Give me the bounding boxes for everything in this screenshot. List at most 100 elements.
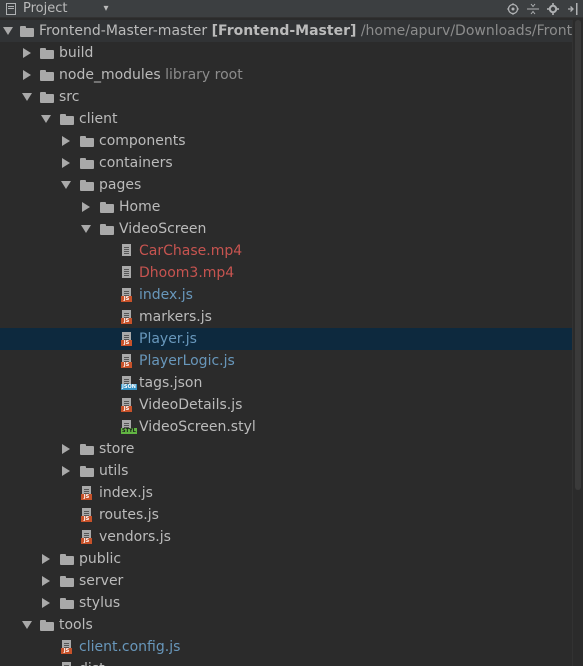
tree-row-file[interactable]: JS index.js bbox=[0, 482, 573, 504]
tree-row-file[interactable]: JS vendors.js bbox=[0, 526, 573, 548]
tree-item-label: dist bbox=[79, 658, 105, 666]
tree-item-label: Dhoom3.mp4 bbox=[139, 265, 235, 281]
project-tree[interactable]: Frontend-Master-master [Frontend-Master]… bbox=[0, 20, 573, 666]
tree-item-label: VideoScreen.styl bbox=[139, 419, 256, 435]
folder-icon bbox=[80, 466, 94, 477]
chevron-down-icon[interactable] bbox=[61, 174, 71, 196]
tree-row-node-modules[interactable]: node_modules library root bbox=[0, 64, 573, 86]
tree-item-label: CarChase.mp4 bbox=[139, 243, 243, 259]
tree-row-file[interactable]: JS index.js bbox=[0, 284, 573, 306]
chevron-right-icon[interactable] bbox=[41, 592, 51, 614]
folder-icon bbox=[20, 26, 34, 37]
chevron-right-icon[interactable] bbox=[61, 152, 71, 174]
tree-row-components[interactable]: components bbox=[0, 130, 573, 152]
tree-item-label: VideoDetails.js bbox=[139, 397, 243, 413]
folder-icon bbox=[60, 576, 74, 587]
js-file-icon: JS bbox=[81, 508, 92, 522]
folder-icon bbox=[80, 136, 94, 147]
folder-icon bbox=[80, 444, 94, 455]
tree-row-file[interactable]: STYL VideoScreen.styl bbox=[0, 416, 573, 438]
chevron-down-icon[interactable]: ▾ bbox=[103, 3, 108, 14]
js-file-icon: JS bbox=[121, 398, 132, 412]
tree-row-build[interactable]: build bbox=[0, 42, 573, 64]
tree-row-src[interactable]: src bbox=[0, 86, 573, 108]
tree-row-file[interactable]: JS markers.js bbox=[0, 306, 573, 328]
tree-item-label: Player.js bbox=[139, 331, 197, 347]
chevron-down-icon[interactable] bbox=[22, 86, 32, 108]
js-file-icon: JS bbox=[121, 354, 132, 368]
chevron-down-icon[interactable] bbox=[41, 108, 51, 130]
chevron-down-icon[interactable] bbox=[81, 218, 91, 240]
folder-icon bbox=[60, 598, 74, 609]
folder-icon bbox=[60, 114, 74, 125]
chevron-right-icon[interactable] bbox=[22, 64, 32, 86]
tree-row-utils[interactable]: utils bbox=[0, 460, 573, 482]
tree-row-file[interactable]: JS VideoDetails.js bbox=[0, 394, 573, 416]
tree-row-server[interactable]: server bbox=[0, 570, 573, 592]
file-icon bbox=[121, 266, 132, 280]
hide-icon[interactable] bbox=[567, 3, 579, 15]
tree-item-label: stylus bbox=[79, 595, 121, 611]
js-file-icon: JS bbox=[81, 530, 92, 544]
chevron-down-icon[interactable] bbox=[3, 20, 13, 42]
tree-item-label: vendors.js bbox=[99, 529, 171, 545]
js-file-icon: JS bbox=[61, 662, 72, 666]
js-file-icon: JS bbox=[61, 640, 72, 654]
project-view-title[interactable]: Project bbox=[23, 1, 67, 16]
chevron-right-icon[interactable] bbox=[41, 548, 51, 570]
vertical-scrollbar[interactable] bbox=[572, 20, 583, 666]
root-path: /home/apurv/Downloads/Fronte bbox=[360, 23, 573, 39]
root-name: Frontend-Master-master bbox=[39, 23, 208, 39]
tree-row-file[interactable]: Dhoom3.mp4 bbox=[0, 262, 573, 284]
tree-row-file[interactable]: JS PlayerLogic.js bbox=[0, 350, 573, 372]
tree-row-file[interactable]: CarChase.mp4 bbox=[0, 240, 573, 262]
folder-icon bbox=[80, 158, 94, 169]
js-file-icon: JS bbox=[121, 310, 132, 324]
tree-row-containers[interactable]: containers bbox=[0, 152, 573, 174]
tree-item-label: src bbox=[59, 89, 80, 105]
tree-item-label: node_modules bbox=[59, 67, 161, 83]
tree-item-label: VideoScreen bbox=[119, 221, 207, 237]
chevron-right-icon[interactable] bbox=[41, 570, 51, 592]
project-icon bbox=[6, 2, 16, 15]
tree-item-label: containers bbox=[99, 155, 173, 171]
tree-row-store[interactable]: store bbox=[0, 438, 573, 460]
tree-row-tools[interactable]: tools bbox=[0, 614, 573, 636]
tree-row-home[interactable]: Home bbox=[0, 196, 573, 218]
tree-row-file[interactable]: JSON tags.json bbox=[0, 372, 573, 394]
tree-item-label: public bbox=[79, 551, 122, 567]
chevron-right-icon[interactable] bbox=[61, 438, 71, 460]
scrollbar-thumb[interactable] bbox=[575, 20, 581, 490]
tree-item-label: store bbox=[99, 441, 135, 457]
tree-item-label: Home bbox=[119, 199, 161, 215]
folder-icon bbox=[100, 224, 114, 235]
chevron-right-icon[interactable] bbox=[61, 460, 71, 482]
tree-row-stylus[interactable]: stylus bbox=[0, 592, 573, 614]
gear-icon[interactable] bbox=[547, 3, 559, 15]
folder-icon bbox=[40, 620, 54, 631]
tree-row-root[interactable]: Frontend-Master-master [Frontend-Master]… bbox=[0, 20, 573, 42]
tree-row-file-selected[interactable]: JS Player.js bbox=[0, 328, 573, 350]
tree-item-label: utils bbox=[99, 463, 129, 479]
tree-row-public[interactable]: public bbox=[0, 548, 573, 570]
folder-icon bbox=[40, 48, 54, 59]
folder-icon bbox=[80, 180, 94, 191]
tree-item-label: client.config.js bbox=[79, 639, 181, 655]
tree-row-file[interactable]: JS routes.js bbox=[0, 504, 573, 526]
tree-row-videoscreen[interactable]: VideoScreen bbox=[0, 218, 573, 240]
library-root-hint: library root bbox=[165, 67, 243, 83]
collapse-all-icon[interactable] bbox=[527, 3, 539, 15]
tree-row-file[interactable]: JS dist bbox=[0, 658, 573, 666]
styl-file-icon: STYL bbox=[121, 420, 137, 434]
file-icon bbox=[121, 244, 132, 258]
target-icon[interactable] bbox=[507, 3, 519, 15]
chevron-right-icon[interactable] bbox=[61, 130, 71, 152]
chevron-down-icon[interactable] bbox=[22, 614, 32, 636]
tree-row-pages[interactable]: pages bbox=[0, 174, 573, 196]
tree-row-client[interactable]: client bbox=[0, 108, 573, 130]
tree-item-label: build bbox=[59, 45, 94, 61]
folder-icon bbox=[60, 554, 74, 565]
chevron-right-icon[interactable] bbox=[22, 42, 32, 64]
chevron-right-icon[interactable] bbox=[81, 196, 91, 218]
tree-row-file[interactable]: JS client.config.js bbox=[0, 636, 573, 658]
